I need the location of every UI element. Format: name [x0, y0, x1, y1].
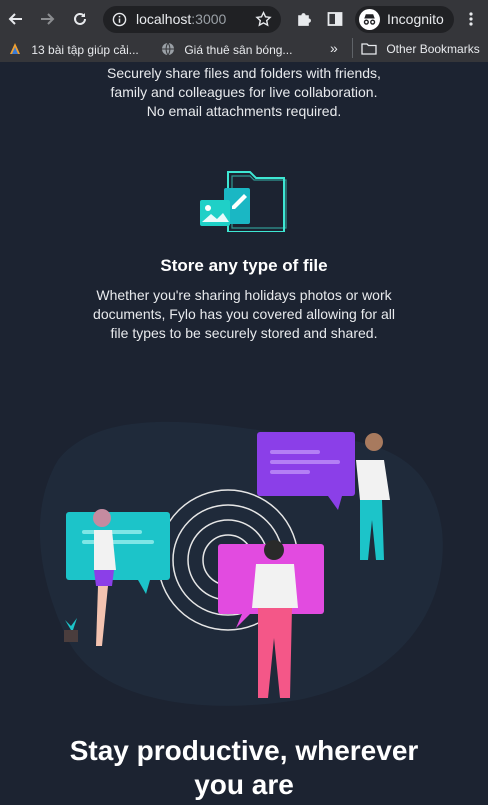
- bookmark-label: Giá thuê sân bóng...: [184, 43, 293, 57]
- file-types-icon: [200, 171, 287, 232]
- bookmarks-overflow-button[interactable]: »: [330, 40, 338, 56]
- bookmark-label: 13 bài tập giúp cải...: [31, 43, 139, 57]
- extensions-puzzle-icon[interactable]: [295, 11, 312, 28]
- reload-button[interactable]: [69, 8, 91, 30]
- reload-icon: [74, 12, 86, 25]
- feature-description: Whether you're sharing holidays photos o…: [93, 287, 395, 341]
- bookmarks-divider: [352, 38, 353, 58]
- back-button[interactable]: [5, 8, 27, 30]
- other-bookmarks[interactable]: Other Bookmarks: [361, 42, 480, 56]
- other-bookmarks-label: Other Bookmarks: [386, 42, 480, 56]
- bookmark-item[interactable]: 13 bài tập giúp cải...: [8, 42, 139, 57]
- info-icon: [112, 12, 127, 27]
- address-bar[interactable]: localhost:3000: [103, 6, 281, 33]
- bookmarks-bar: 13 bài tập giúp cải... Giá thuê sân bóng…: [0, 38, 488, 62]
- section-headline: Stay productive, wherever you are: [69, 735, 419, 800]
- browser-toolbar: localhost:3000 Incognito: [0, 0, 488, 38]
- page-content: Securely share files and folders with fr…: [0, 62, 488, 805]
- feature-title: Store any type of file: [160, 256, 328, 275]
- arrow-right-icon: [41, 13, 55, 25]
- side-panel-icon[interactable]: [327, 11, 343, 27]
- incognito-icon: [359, 9, 380, 30]
- intro-text: Securely share files and folders with fr…: [0, 64, 488, 121]
- forward-button[interactable]: [36, 8, 58, 30]
- menu-kebab-icon[interactable]: [467, 11, 475, 27]
- globe-icon: [162, 42, 174, 56]
- intro-line: Securely share files and folders with fr…: [107, 65, 381, 81]
- url-host: localhost: [136, 11, 192, 27]
- browser-chrome: localhost:3000 Incognito 13 bài tập giúp…: [0, 0, 488, 62]
- arrow-left-icon: [8, 13, 22, 25]
- folder-icon: [361, 43, 377, 55]
- bookmark-item[interactable]: Giá thuê sân bóng...: [161, 42, 292, 57]
- incognito-badge[interactable]: Incognito: [355, 6, 454, 33]
- bookmark-favicon-icon: [10, 43, 20, 54]
- collaboration-illustration: [39, 421, 443, 706]
- bookmark-star-icon[interactable]: [255, 11, 272, 28]
- intro-line: No email attachments required.: [146, 103, 342, 119]
- url-port: :3000: [191, 11, 227, 27]
- intro-line: family and colleagues for live collabora…: [110, 84, 378, 100]
- incognito-label: Incognito: [387, 11, 444, 27]
- url-text: localhost:3000: [136, 11, 226, 27]
